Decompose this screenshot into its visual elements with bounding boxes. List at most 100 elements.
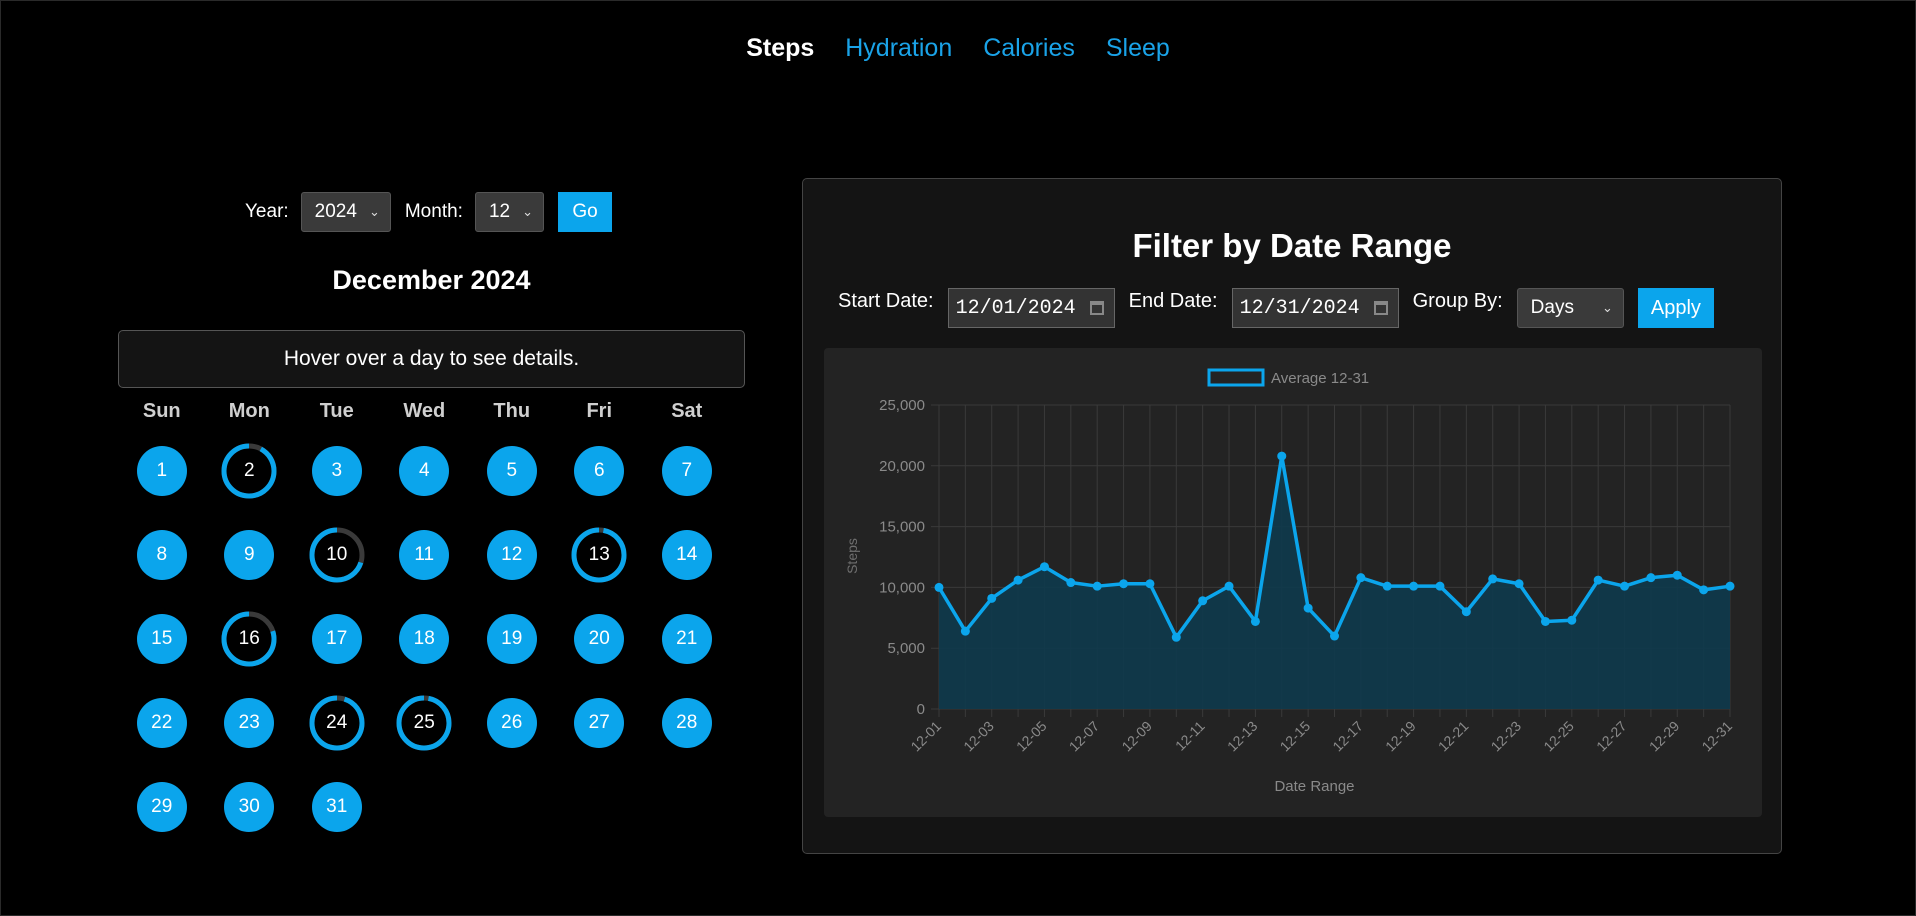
calendar-day[interactable]: 22 — [134, 695, 190, 751]
day-number[interactable]: 9 — [224, 530, 275, 580]
day-number[interactable]: 17 — [311, 614, 362, 664]
calendar-day[interactable]: 25 — [396, 695, 452, 751]
day-number[interactable]: 3 — [311, 446, 362, 496]
calendar-day[interactable]: 10 — [309, 527, 365, 583]
data-point — [1540, 616, 1550, 626]
calendar-day[interactable]: 6 — [571, 443, 627, 499]
day-progress-ring[interactable] — [571, 527, 627, 583]
day-number[interactable]: 21 — [661, 614, 712, 664]
month-select[interactable]: 12 ⌄ — [474, 192, 544, 232]
calendar-day[interactable]: 20 — [571, 611, 627, 667]
x-tick-label: 12-11 — [1172, 718, 1208, 754]
calendar-day[interactable]: 2 — [221, 443, 277, 499]
y-axis-title: Steps — [844, 538, 860, 574]
calendar-icon[interactable] — [1373, 301, 1388, 315]
day-number[interactable]: 18 — [399, 614, 450, 664]
calendar-day[interactable]: 7 — [659, 443, 715, 499]
calendar-day[interactable]: 31 — [309, 779, 365, 835]
group-by-select[interactable]: Days ⌄ — [1516, 288, 1624, 328]
calendar-day[interactable]: 5 — [484, 443, 540, 499]
calendar-day[interactable]: 29 — [134, 779, 190, 835]
calendar-day[interactable]: 21 — [659, 611, 715, 667]
x-tick-label: 12-23 — [1488, 718, 1525, 755]
calendar-day[interactable]: 17 — [309, 611, 365, 667]
start-date-input[interactable]: 12/01/2024 — [947, 288, 1115, 328]
calendar-day[interactable]: 8 — [134, 527, 190, 583]
day-number[interactable]: 8 — [136, 530, 187, 580]
filter-panel: Filter by Date Range Start Date: 12/01/2… — [802, 178, 1782, 854]
day-number[interactable]: 30 — [224, 782, 275, 832]
data-point — [1409, 581, 1419, 591]
group-by-label: Group By: — [1412, 290, 1503, 312]
nav-calories[interactable]: Calories — [983, 34, 1075, 63]
calendar-day[interactable]: 30 — [221, 779, 277, 835]
calendar-icon[interactable] — [1089, 301, 1104, 315]
y-tick-label: 0 — [917, 701, 925, 718]
day-number[interactable]: 12 — [486, 530, 537, 580]
weekday-tue: Tue — [319, 400, 354, 422]
calendar-day[interactable]: 13 — [571, 527, 627, 583]
calendar-day[interactable]: 26 — [484, 695, 540, 751]
day-progress-ring[interactable] — [396, 695, 452, 751]
day-number[interactable]: 23 — [224, 698, 275, 748]
y-tick-label: 20,000 — [879, 458, 925, 475]
day-number[interactable]: 22 — [136, 698, 187, 748]
year-value: 2024 — [314, 201, 357, 222]
day-number[interactable]: 6 — [574, 446, 625, 496]
calendar-title: December 2024 — [332, 265, 531, 295]
go-button[interactable]: Go — [558, 192, 612, 232]
nav-steps[interactable]: Steps — [746, 34, 814, 63]
x-tick-label: 12-19 — [1382, 718, 1419, 755]
day-number[interactable]: 5 — [486, 446, 537, 496]
calendar-day[interactable]: 19 — [484, 611, 540, 667]
data-point — [1171, 632, 1181, 642]
calendar-day[interactable]: 23 — [221, 695, 277, 751]
calendar-day[interactable]: 18 — [396, 611, 452, 667]
weekday-wed: Wed — [403, 400, 446, 422]
data-point — [1646, 573, 1656, 583]
weekday-sat: Sat — [671, 400, 703, 422]
day-progress-ring[interactable] — [221, 443, 277, 499]
calendar-day[interactable]: 12 — [484, 527, 540, 583]
calendar-day[interactable]: 9 — [221, 527, 277, 583]
nav-hydration[interactable]: Hydration — [845, 34, 952, 63]
year-select[interactable]: 2024 ⌄ — [300, 192, 391, 232]
calendar-day[interactable]: 4 — [396, 443, 452, 499]
day-number[interactable]: 26 — [486, 698, 537, 748]
day-number[interactable]: 14 — [661, 530, 712, 580]
calendar-day[interactable]: 3 — [309, 443, 365, 499]
day-progress-ring[interactable] — [309, 695, 365, 751]
day-progress-ring[interactable] — [309, 527, 365, 583]
month-label: Month: — [404, 201, 463, 222]
day-number[interactable]: 1 — [136, 446, 187, 496]
x-tick-label: 12-31 — [1698, 718, 1735, 755]
nav-sleep[interactable]: Sleep — [1106, 34, 1170, 63]
day-progress-ring[interactable] — [221, 611, 277, 667]
calendar-day[interactable]: 15 — [134, 611, 190, 667]
apply-button[interactable]: Apply — [1637, 288, 1714, 328]
day-number[interactable]: 15 — [136, 614, 187, 664]
end-date-input[interactable]: 12/31/2024 — [1231, 288, 1399, 328]
weekday-sun: Sun — [142, 400, 181, 422]
calendar-day[interactable]: 11 — [396, 527, 452, 583]
calendar-day[interactable]: 28 — [659, 695, 715, 751]
data-point — [1620, 581, 1630, 591]
day-number[interactable]: 29 — [136, 782, 187, 832]
calendar-day[interactable]: 16 — [221, 611, 277, 667]
year-label: Year: — [245, 201, 289, 222]
day-number[interactable]: 28 — [661, 698, 712, 748]
day-number[interactable]: 31 — [311, 782, 362, 832]
day-number[interactable]: 11 — [399, 530, 450, 580]
day-number[interactable]: 20 — [574, 614, 625, 664]
calendar-day[interactable]: 1 — [134, 443, 190, 499]
day-number[interactable]: 7 — [661, 446, 712, 496]
chevron-down-icon: ⌄ — [1601, 300, 1613, 315]
day-number[interactable]: 19 — [486, 614, 537, 664]
day-number[interactable]: 4 — [399, 446, 450, 496]
day-number[interactable]: 27 — [574, 698, 625, 748]
month-value: 12 — [488, 201, 511, 222]
calendar-day[interactable]: 27 — [571, 695, 627, 751]
calendar-day[interactable]: 14 — [659, 527, 715, 583]
x-tick-label: 12-25 — [1540, 718, 1577, 755]
calendar-day[interactable]: 24 — [309, 695, 365, 751]
